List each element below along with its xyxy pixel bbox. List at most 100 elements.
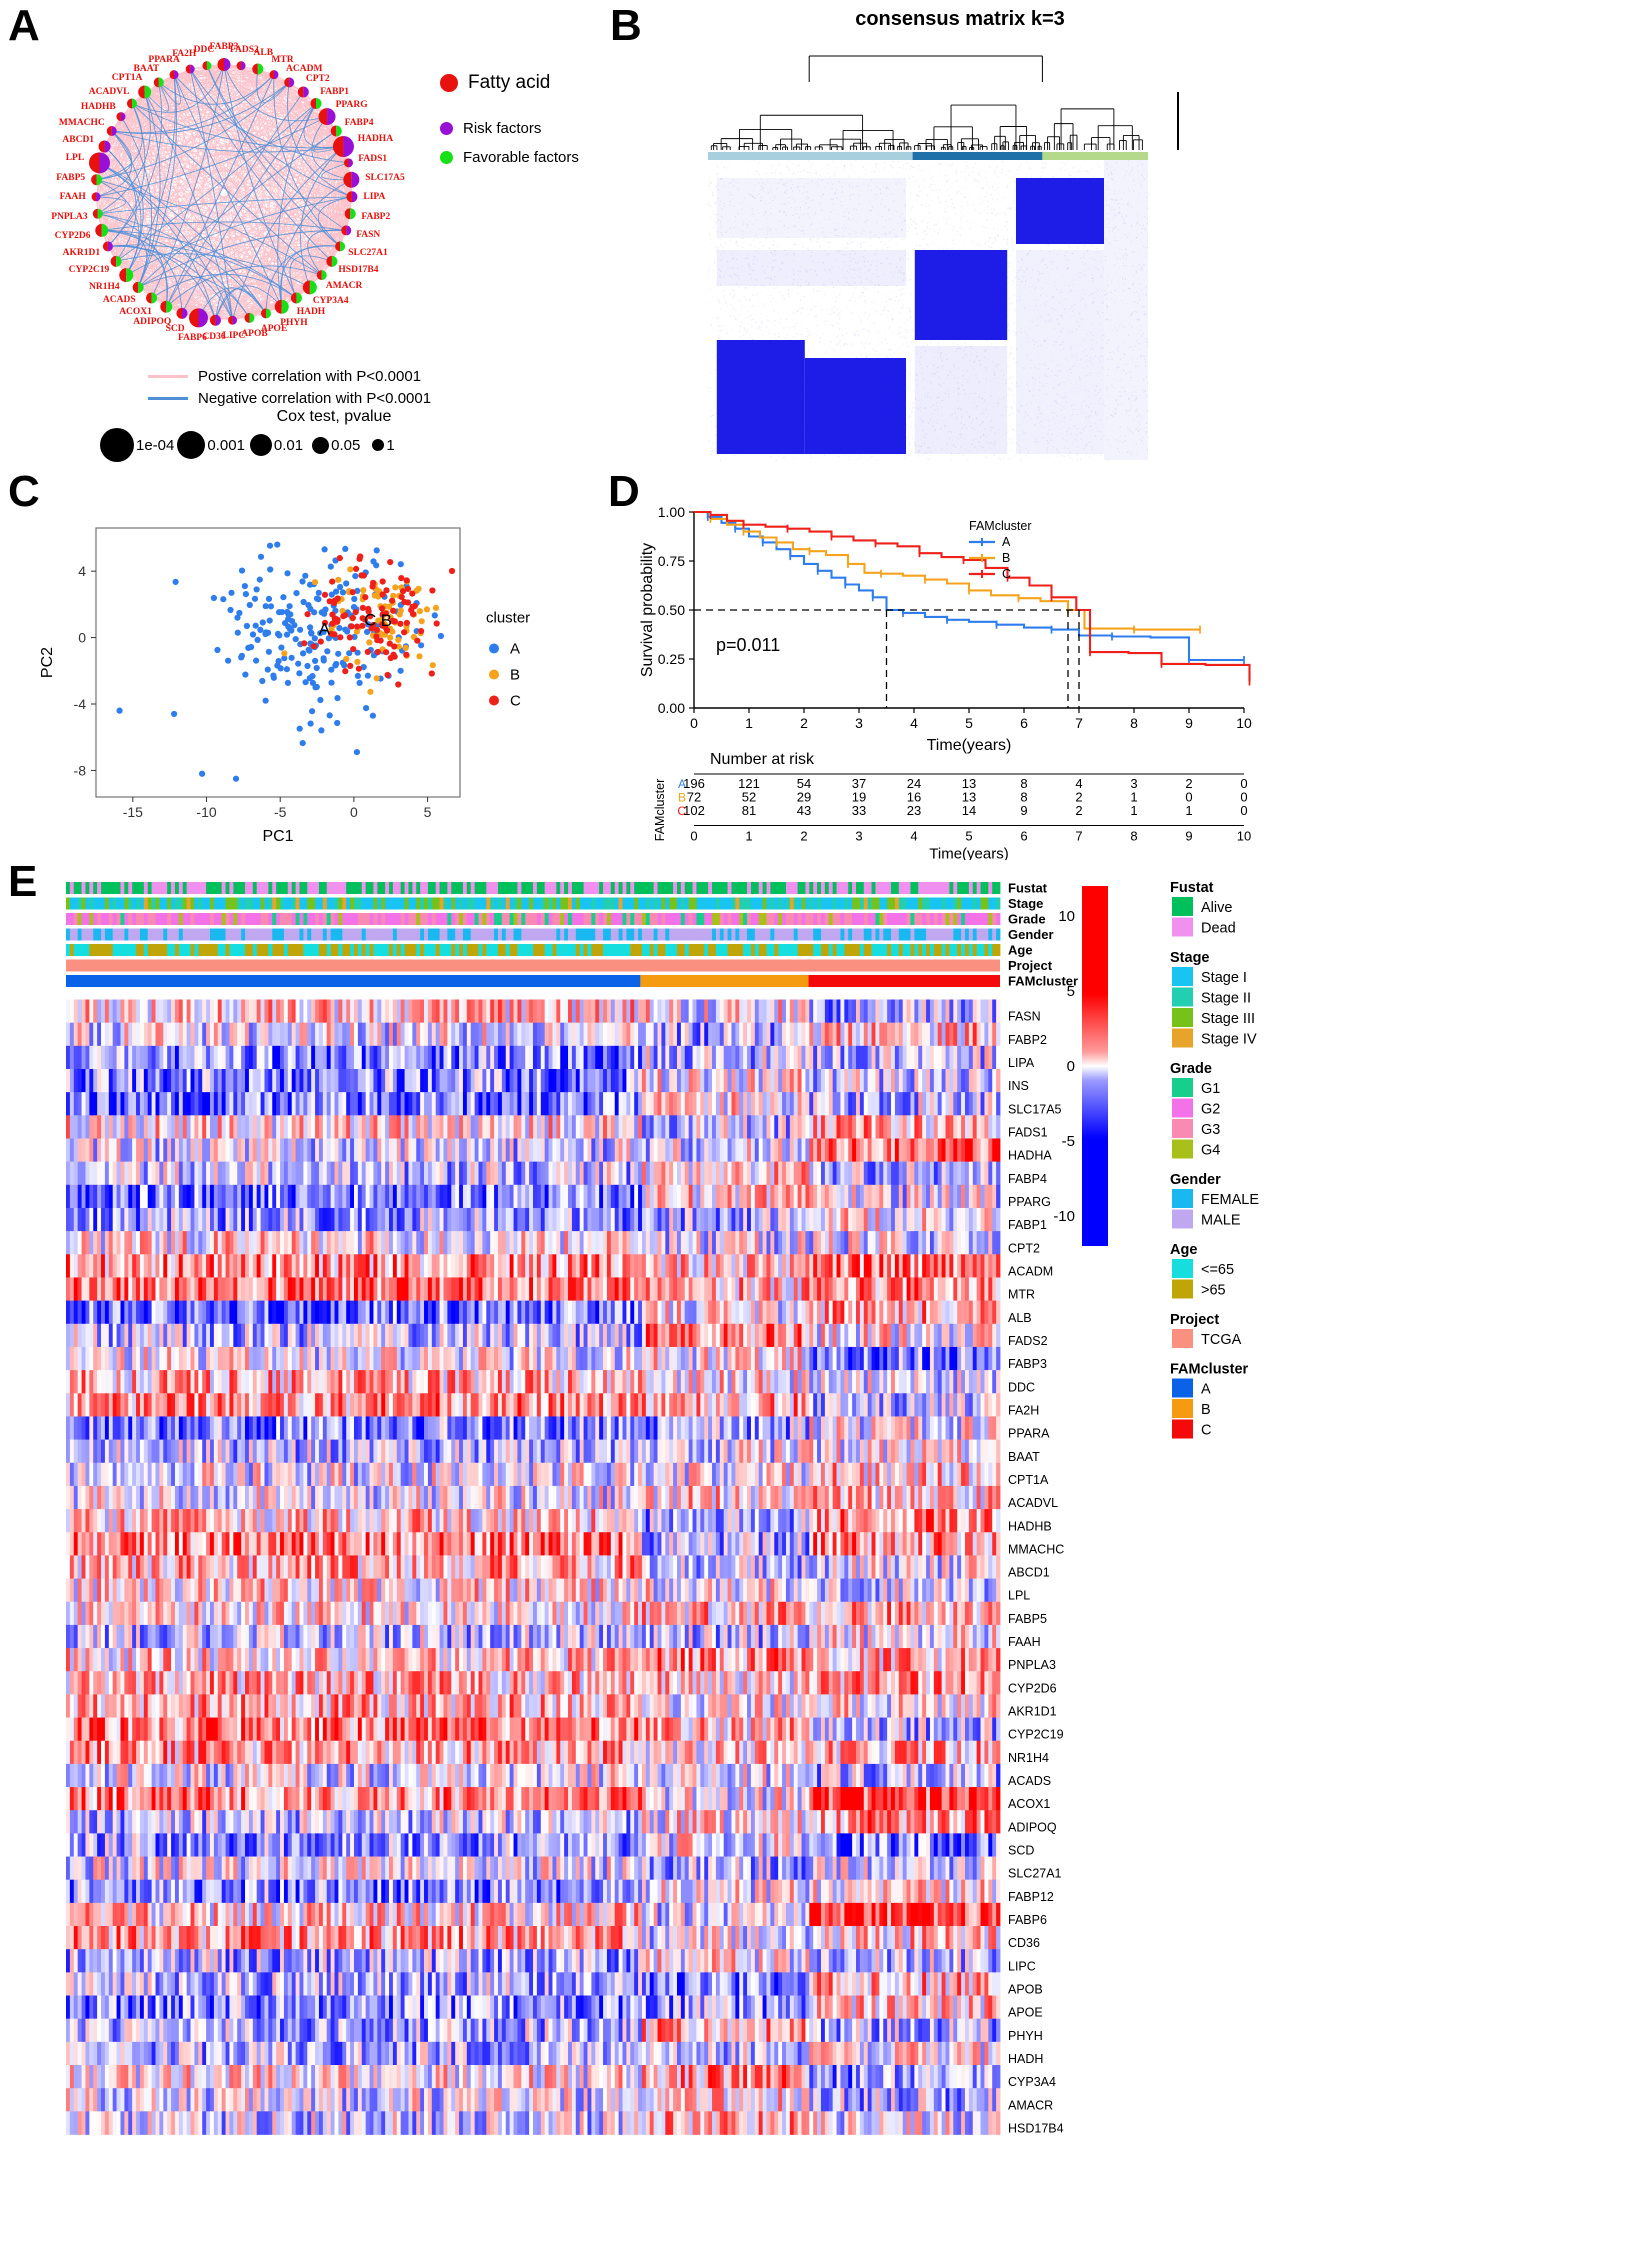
network-node-label: ADIPOQ bbox=[133, 317, 171, 327]
pca-point-cluster-a bbox=[238, 567, 246, 574]
network-node-label: FAAH bbox=[60, 192, 86, 202]
cox-legend-items: 1e-04 0.001 0.01 0.05 1 bbox=[100, 428, 520, 462]
pca-point-cluster-c bbox=[304, 611, 311, 618]
heatmap-gene-label: PNPLA3 bbox=[1008, 1658, 1056, 1672]
heatmap-gene-label: CYP2C19 bbox=[1008, 1728, 1064, 1742]
pca-point-cluster-a bbox=[262, 629, 270, 636]
heatmap-gene-label: LIPC bbox=[1008, 1959, 1036, 1973]
network-node-label: FABP4 bbox=[345, 118, 374, 128]
risk-time-tick: 10 bbox=[1237, 829, 1251, 844]
km-y-tick: 1.00 bbox=[658, 504, 685, 520]
pca-point-cluster-b bbox=[416, 653, 423, 660]
heatmap-gene-label: CPT1A bbox=[1008, 1473, 1049, 1487]
risk-table-xlabel: Time(years) bbox=[929, 846, 1008, 861]
km-x-tick: 8 bbox=[1130, 715, 1138, 731]
heatmap-gene-label: PHYH bbox=[1008, 2029, 1043, 2043]
heatmap-legend-swatch bbox=[1172, 1419, 1193, 1439]
pca-point-cluster-a bbox=[302, 572, 309, 579]
network-node-label: HADHB bbox=[81, 102, 116, 112]
pca-point-cluster-a bbox=[353, 749, 360, 756]
consensus-cluster-bar bbox=[708, 152, 913, 161]
heatmap-gene-label: BAAT bbox=[1008, 1450, 1040, 1464]
network-node-label: FABP1 bbox=[320, 87, 349, 97]
heatmap-legend-swatch bbox=[1172, 1078, 1193, 1097]
heatmap-legend-swatch bbox=[1172, 967, 1193, 986]
legend-label-risk-factors: Risk factors bbox=[463, 120, 541, 137]
heatmap-legend-label: G1 bbox=[1201, 1081, 1220, 1097]
pca-point-cluster-b bbox=[347, 566, 354, 573]
heatmap-legend-swatch bbox=[1172, 1189, 1193, 1208]
network-node-label: CPT2 bbox=[306, 74, 330, 84]
pca-point-cluster-c bbox=[352, 609, 359, 616]
heatmap-gene-label: ABCD1 bbox=[1008, 1566, 1050, 1580]
pca-point-cluster-c bbox=[331, 599, 338, 607]
heatmap-gene-label: CYP2D6 bbox=[1008, 1681, 1057, 1695]
risk-factor-dot-icon bbox=[440, 122, 453, 135]
pca-point-cluster-c bbox=[383, 649, 390, 656]
pca-legend-dot-icon bbox=[489, 643, 499, 654]
km-y-tick: 0.50 bbox=[658, 602, 685, 618]
pca-point-cluster-a bbox=[300, 598, 307, 606]
colorbar-tick: 0 bbox=[1067, 1058, 1075, 1075]
pca-point-cluster-a bbox=[262, 697, 269, 704]
network-node-label: FABP6 bbox=[178, 333, 207, 343]
pca-point-cluster-a bbox=[256, 576, 263, 583]
pca-point-cluster-c bbox=[391, 618, 398, 625]
pca-point-cluster-a bbox=[253, 586, 260, 593]
pca-point-cluster-a bbox=[259, 677, 266, 685]
km-x-tick: 2 bbox=[800, 715, 808, 731]
network-node-label: AKR1D1 bbox=[63, 248, 100, 258]
risk-table-cell: 2 bbox=[1075, 803, 1082, 818]
pca-point-cluster-c bbox=[433, 620, 440, 627]
pca-point-cluster-a bbox=[292, 636, 299, 643]
annotation-row-label: Age bbox=[1008, 943, 1033, 958]
positive-edge-line-icon bbox=[148, 375, 188, 378]
pca-point-cluster-a bbox=[297, 626, 304, 633]
network-graph: FABP3 FADS2 ALB MTR ACADM CPT2 FABP1 PPARG FABP4… bbox=[30, 18, 430, 363]
network-node-label: CYP3A4 bbox=[313, 296, 349, 306]
annotation-row-label: Gender bbox=[1008, 927, 1054, 942]
network-node-label: ACOX1 bbox=[119, 307, 152, 317]
pca-point-cluster-a bbox=[356, 679, 363, 686]
heatmap-legend-title: Stage bbox=[1170, 950, 1210, 966]
pca-point-cluster-c bbox=[403, 651, 410, 658]
network-node-label: ACADVL bbox=[89, 87, 130, 97]
pca-point-cluster-a bbox=[295, 660, 302, 667]
legend-row-favorable-factors: Favorable factors bbox=[440, 149, 579, 166]
consensus-cluster-bar bbox=[1042, 152, 1148, 161]
heatmap-gene-label: FABP4 bbox=[1008, 1172, 1047, 1186]
pca-point-cluster-a bbox=[280, 594, 287, 601]
risk-table-cell: 43 bbox=[797, 803, 811, 818]
pca-point-cluster-c bbox=[356, 555, 363, 562]
cox-label-3: 0.05 bbox=[331, 437, 360, 454]
pca-legend-label: C bbox=[510, 693, 521, 710]
pca-point-cluster-a bbox=[259, 619, 266, 626]
heatmap-legend-swatch bbox=[1172, 917, 1193, 937]
pca-point-cluster-a bbox=[238, 654, 245, 661]
panel-c-letter: C bbox=[8, 470, 40, 514]
heatmap-legend-swatch bbox=[1172, 1028, 1193, 1048]
pca-point-cluster-c bbox=[310, 643, 317, 650]
heatmap-gene-label: HSD17B4 bbox=[1008, 2122, 1064, 2136]
heatmap-gene-label: DDC bbox=[1008, 1380, 1035, 1394]
edge-legend: Postive correlation with P<0.0001 Negati… bbox=[148, 368, 431, 407]
pca-point-cluster-a bbox=[171, 710, 178, 718]
pca-point-cluster-a bbox=[312, 657, 319, 664]
pca-point-cluster-a bbox=[369, 712, 376, 719]
pca-point-cluster-a bbox=[228, 589, 235, 596]
km-x-tick: 4 bbox=[910, 715, 918, 731]
pca-point-cluster-a bbox=[309, 708, 316, 715]
heatmap-gene-label: ALB bbox=[1008, 1311, 1032, 1325]
pca-point-cluster-a bbox=[313, 664, 320, 672]
pca-point-cluster-c bbox=[397, 620, 404, 627]
heatmap-legend-label: Dead bbox=[1201, 921, 1236, 937]
pca-point-cluster-a bbox=[431, 612, 438, 619]
heatmap-gene-label: FA2H bbox=[1008, 1403, 1039, 1417]
pca-point-cluster-c bbox=[387, 559, 394, 566]
pca-point-cluster-a bbox=[265, 595, 273, 602]
heatmap-legend-label: MALE bbox=[1201, 1213, 1241, 1229]
colorbar-tick: 5 bbox=[1067, 983, 1075, 1000]
pca-point-cluster-a bbox=[326, 712, 333, 719]
heatmap-gene-label: FABP1 bbox=[1008, 1218, 1047, 1232]
pca-point-cluster-a bbox=[116, 707, 123, 714]
